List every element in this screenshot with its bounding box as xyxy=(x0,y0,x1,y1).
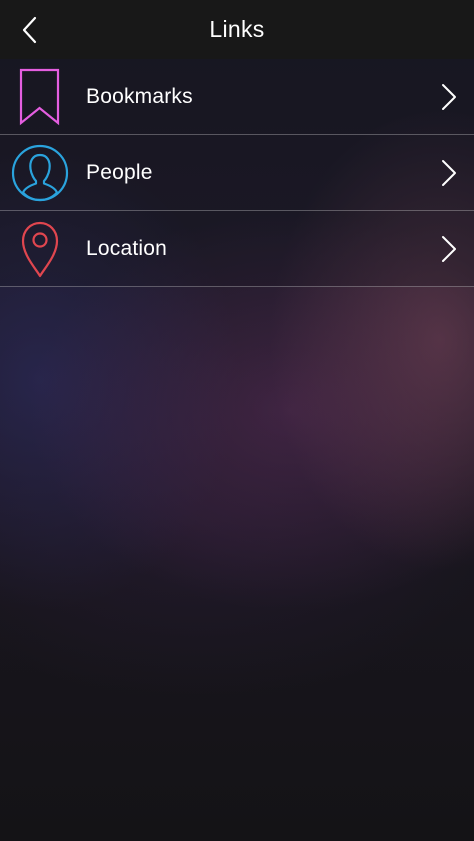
links-list: Bookmarks People Location xyxy=(0,59,474,287)
link-row-people[interactable]: People xyxy=(0,135,474,211)
location-pin-icon xyxy=(10,219,70,279)
back-button[interactable] xyxy=(10,10,50,50)
link-label: People xyxy=(86,161,153,184)
navigation-bar: Links xyxy=(0,0,474,59)
person-icon xyxy=(10,143,70,203)
link-label: Bookmarks xyxy=(86,85,193,108)
chevron-left-icon xyxy=(22,16,37,44)
chevron-right-icon xyxy=(442,84,456,110)
chevron-right-icon xyxy=(442,160,456,186)
bookmark-icon xyxy=(10,67,70,127)
app-screen: Links Bookmarks People Location xyxy=(0,0,474,841)
link-label: Location xyxy=(86,237,167,260)
link-row-location[interactable]: Location xyxy=(0,211,474,287)
link-row-bookmarks[interactable]: Bookmarks xyxy=(0,59,474,135)
page-title: Links xyxy=(209,16,265,42)
chevron-right-icon xyxy=(442,236,456,262)
